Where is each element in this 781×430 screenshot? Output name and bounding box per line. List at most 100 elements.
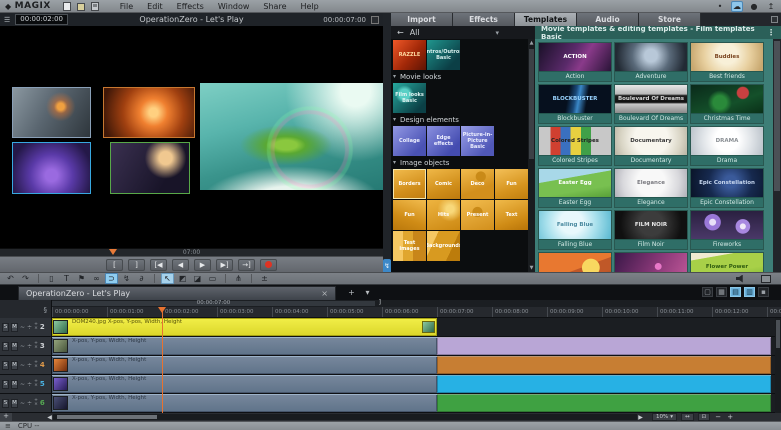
category-thumb[interactable]: Text [495, 200, 528, 230]
mute-button[interactable]: M [11, 342, 18, 351]
project-tab[interactable]: OperationZero - Let's Play × [18, 286, 336, 300]
zoom-tool-icon[interactable]: ± [258, 273, 271, 284]
mute-button[interactable]: M [11, 361, 18, 370]
timeline-clip[interactable]: X-pos, Y-pos, Width, Height [52, 394, 437, 412]
category-thumb[interactable]: Deco [461, 169, 494, 199]
track-header[interactable]: SM~÷+×3 [0, 337, 52, 355]
range-bar[interactable]: 00:00:07:00 ] [0, 300, 781, 307]
track-expand-icons[interactable]: +× [34, 399, 38, 407]
source-thumb-1[interactable] [12, 87, 91, 138]
curve-icon[interactable]: ~ [20, 362, 25, 369]
category-thumb[interactable]: Backgrounds [427, 231, 460, 261]
zoom-level-select[interactable]: 10% ▾ [652, 413, 677, 421]
template-card[interactable]: Colored StripesColored Stripes [538, 126, 612, 166]
category-thumb[interactable]: Comic [427, 169, 460, 199]
track-header[interactable]: SM~÷+×6 [0, 394, 52, 412]
export-icon[interactable]: ↥ [765, 1, 777, 12]
template-scrollbar[interactable] [773, 39, 781, 272]
category-filter-label[interactable]: All [410, 28, 420, 37]
track-expand-icons[interactable]: +× [34, 380, 38, 388]
detach-timeline-icon[interactable]: ▪ [758, 287, 769, 297]
detach-panel-icon[interactable] [771, 16, 778, 23]
hscroll-right-icon[interactable]: ▶ [637, 414, 644, 421]
track-header[interactable]: SM~÷+×2 [0, 318, 52, 336]
scroll-up-icon[interactable]: ▲ [528, 39, 535, 47]
storyboard-mode-icon[interactable]: ▤ [730, 287, 741, 297]
category-thumb[interactable]: Borders [393, 169, 426, 199]
playhead[interactable] [162, 307, 163, 413]
fader-icon[interactable]: ÷ [27, 343, 32, 350]
solo-button[interactable]: S [2, 380, 9, 389]
title-editor-icon[interactable]: T [60, 273, 73, 284]
template-card[interactable] [538, 252, 612, 272]
timeline-clip[interactable]: DOM240.jpg X-pos, Y-pos, Width, Height [52, 318, 437, 336]
tab-store[interactable]: Store [639, 13, 701, 26]
record-button[interactable] [260, 259, 277, 271]
close-icon[interactable]: × [34, 365, 38, 369]
tab-effects[interactable]: Effects [453, 13, 515, 26]
close-icon[interactable]: × [34, 327, 38, 331]
add-track-button[interactable]: + [0, 413, 12, 421]
category-thumb[interactable]: Fun [393, 200, 426, 230]
template-card[interactable]: FILM NOIRFilm Noir [614, 210, 688, 250]
close-icon[interactable]: × [34, 403, 38, 407]
category-thumb[interactable]: Intros/Outros Basic [427, 40, 460, 70]
timeline-clip[interactable] [437, 394, 771, 412]
menu-share[interactable]: Share [256, 2, 293, 11]
jump-end-button[interactable]: →] [238, 259, 255, 271]
play-button[interactable]: ▶ [194, 259, 211, 271]
single-object-tool-icon[interactable]: ◩ [176, 273, 189, 284]
template-card[interactable]: EleganceElegance [614, 168, 688, 208]
timeline-clip[interactable]: X-pos, Y-pos, Width, Height [52, 337, 437, 355]
template-card[interactable]: DocumentaryDocumentary [614, 126, 688, 166]
source-thumb-4[interactable] [110, 142, 190, 194]
detach-preview-icon[interactable] [371, 16, 379, 24]
category-thumb[interactable]: Fun [495, 169, 528, 199]
track-lane[interactable]: X-pos, Y-pos, Width, Height [52, 356, 775, 374]
range-tool-icon[interactable]: ▭ [206, 273, 219, 284]
track-header[interactable]: SM~÷+×4 [0, 356, 52, 374]
hscroll-left-icon[interactable]: ◀ [46, 414, 53, 421]
track-header[interactable]: SM~÷+×5 [0, 375, 52, 393]
curve-icon[interactable]: ~ [20, 400, 25, 407]
cloud-share-icon[interactable]: ☁ [731, 1, 743, 12]
template-card[interactable]: Adventure [614, 42, 688, 82]
back-icon[interactable]: ← [397, 28, 404, 37]
mute-button[interactable]: M [11, 380, 18, 389]
close-icon[interactable]: × [34, 346, 38, 350]
range-start-button[interactable]: [ [106, 259, 123, 271]
category-thumb[interactable]: RAZZLE [393, 40, 426, 70]
scrollbar-thumb[interactable] [57, 415, 157, 419]
horizontal-scrollbar[interactable] [53, 414, 637, 420]
speaker-icon[interactable] [736, 275, 745, 283]
keyframe-icon[interactable]: § [44, 306, 48, 314]
menu-file[interactable]: File [113, 2, 140, 11]
track-lane[interactable]: X-pos, Y-pos, Width, Height [52, 337, 775, 355]
delete-icon[interactable]: ▯ [45, 273, 58, 284]
ungroup-icon[interactable]: ∂ [135, 273, 148, 284]
template-card[interactable]: Easter EggEaster Egg [538, 168, 612, 208]
track-lane[interactable]: DOM240.jpg X-pos, Y-pos, Width, Height [52, 318, 775, 336]
project-tab-menu-icon[interactable]: ▾ [362, 288, 373, 298]
add-project-tab-icon[interactable]: + [346, 288, 357, 298]
template-card[interactable]: Christmas Time [690, 84, 764, 124]
timeline-clip[interactable]: X-pos, Y-pos, Width, Height [52, 375, 437, 393]
source-thumb-3[interactable] [12, 142, 91, 194]
solo-button[interactable]: S [2, 342, 9, 351]
razor-tool-icon[interactable]: ⋔ [232, 273, 245, 284]
more-options-icon[interactable]: ⋮ [767, 28, 775, 37]
record-icon[interactable]: ● [748, 1, 760, 12]
fader-icon[interactable]: ÷ [27, 381, 32, 388]
status-menu-icon[interactable]: ≡ [5, 422, 11, 430]
range-end-button[interactable]: ] [128, 259, 145, 271]
timeline-clip[interactable] [437, 356, 771, 374]
section-header[interactable]: ▾Movie looks [393, 70, 528, 83]
fader-icon[interactable]: ÷ [27, 400, 32, 407]
new-project-icon[interactable] [63, 2, 71, 11]
menu-edit[interactable]: Edit [140, 2, 170, 11]
marker-icon[interactable]: ⚑ [75, 273, 88, 284]
pane-divider[interactable]: ↯ [383, 13, 391, 285]
monitor-view-icon[interactable]: ▢ [702, 287, 713, 297]
timeline-clip[interactable] [437, 337, 771, 355]
template-card[interactable]: Epic ConstellationEpic Constellation [690, 168, 764, 208]
